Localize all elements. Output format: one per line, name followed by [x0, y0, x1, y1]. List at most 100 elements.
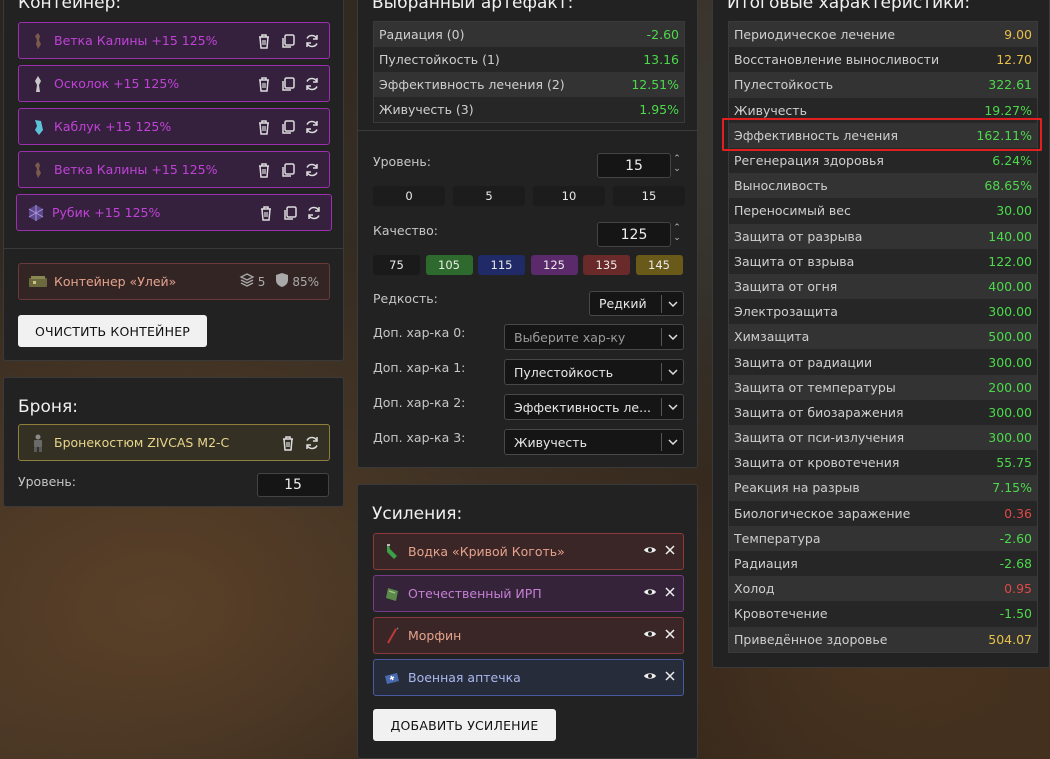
trash-icon[interactable] [255, 118, 273, 136]
trash-icon[interactable] [257, 204, 275, 222]
hive-container-slot[interactable]: Контейнер «Улей» 5 85% [18, 263, 330, 300]
trash-icon[interactable] [279, 434, 297, 452]
level-preset-button[interactable]: 0 [373, 186, 445, 206]
armor-slot[interactable]: Бронекостюм ZIVCAS M2-C [18, 424, 330, 461]
copy-icon[interactable] [279, 161, 297, 179]
refresh-icon[interactable] [303, 161, 321, 179]
container-slot[interactable]: Каблук +15 125% [18, 108, 330, 145]
close-icon[interactable] [665, 586, 675, 601]
totals-name: Защита от радиации [734, 354, 873, 370]
totals-row: Защита от биозаражения 300.00 [729, 399, 1037, 425]
eye-icon[interactable] [643, 628, 657, 643]
extra-stat-select[interactable]: Эффективность ле... [504, 394, 684, 420]
refresh-icon[interactable] [303, 75, 321, 93]
extra-stat-value: Живучесть [514, 434, 587, 450]
totals-value: 12.70 [996, 52, 1032, 68]
container-slot[interactable]: Осколок +15 125% [18, 65, 330, 102]
container-slot[interactable]: Ветка Калины +15 125% [18, 151, 330, 188]
close-icon[interactable] [665, 544, 675, 559]
copy-icon[interactable] [279, 32, 297, 50]
boost-label: Военная аптечка [408, 670, 521, 685]
chevron-up-icon[interactable]: ⌃ [673, 223, 681, 233]
syringe-icon [382, 626, 402, 646]
level-preset-button[interactable]: 10 [533, 186, 605, 206]
chevron-down-icon[interactable] [661, 433, 683, 451]
armor-level-input[interactable]: 15 [257, 473, 329, 497]
chevron-down-icon[interactable]: ⌄ [673, 164, 681, 174]
chevron-down-icon[interactable] [661, 328, 683, 346]
hive-container-icon [28, 272, 48, 292]
totals-row: Защита от пси-излучения 300.00 [729, 425, 1037, 451]
totals-value: 400.00 [988, 278, 1032, 294]
chevron-down-icon[interactable] [661, 398, 683, 416]
container-panel: Контейнер: Ветка Калины +15 125% Осколок … [3, 0, 344, 361]
level-stepper[interactable]: ⌃ ⌄ [671, 154, 683, 174]
refresh-icon[interactable] [303, 32, 321, 50]
chevron-down-icon[interactable] [661, 294, 683, 313]
totals-value: 300.00 [988, 430, 1032, 446]
quality-preset-button[interactable]: 125 [530, 255, 578, 275]
level-preset-button[interactable]: 15 [613, 186, 685, 206]
level-preset-button[interactable]: 5 [453, 186, 525, 206]
artifact-quality-input[interactable]: 125 [597, 222, 671, 247]
artifact-level-input[interactable]: 15 [597, 153, 671, 178]
layers-icon [239, 272, 255, 291]
boost-item[interactable]: Военная аптечка [373, 659, 684, 696]
refresh-icon[interactable] [305, 204, 323, 222]
stat-name: Эффективность лечения (2) [379, 77, 565, 92]
totals-value: 140.00 [988, 228, 1032, 244]
eye-icon[interactable] [643, 544, 657, 559]
quality-stepper[interactable]: ⌃ ⌄ [671, 223, 683, 243]
refresh-icon[interactable] [303, 118, 321, 136]
container-slot-label: Осколок +15 125% [54, 76, 180, 91]
eye-icon[interactable] [643, 586, 657, 601]
trash-icon[interactable] [255, 75, 273, 93]
totals-name: Холод [734, 581, 775, 597]
copy-icon[interactable] [281, 204, 299, 222]
copy-icon[interactable] [279, 75, 297, 93]
quality-preset-button[interactable]: 75 [373, 255, 420, 275]
rarity-select[interactable]: Редкий [589, 291, 684, 316]
container-slot[interactable]: Рубик +15 125% [16, 194, 332, 231]
trash-icon[interactable] [255, 161, 273, 179]
artifact-stats-table: Радиация (0) -2.60 Пулестойкость (1) 13.16 Э… [373, 21, 685, 123]
boost-item[interactable]: Водка «Кривой Коготь» [373, 533, 684, 570]
stat-value: -2.60 [646, 27, 679, 42]
quality-preset-button[interactable]: 115 [478, 255, 525, 275]
artifact-stat-row: Живучесть (3) 1.95% [374, 97, 684, 122]
copy-icon[interactable] [279, 118, 297, 136]
extra-stat-select[interactable]: Пулестойкость [504, 359, 684, 385]
chevron-up-icon[interactable]: ⌃ [673, 154, 681, 164]
extra-stat-select[interactable]: Выберите хар-ку [504, 324, 684, 350]
container-slot[interactable]: Ветка Калины +15 125% [18, 22, 330, 59]
totals-name: Электрозащита [734, 304, 838, 320]
chevron-down-icon[interactable] [661, 363, 683, 381]
quality-preset-button[interactable]: 105 [425, 255, 473, 275]
extra-stat-select[interactable]: Живучесть [504, 429, 684, 455]
totals-row: Выносливость 68.65% [729, 173, 1037, 199]
chevron-down-icon[interactable]: ⌄ [673, 233, 681, 243]
boost-item[interactable]: Морфин [373, 617, 684, 654]
totals-value: 500.00 [988, 329, 1032, 345]
stat-value: 13.16 [643, 52, 679, 67]
totals-value: 19.27% [984, 102, 1032, 118]
extra-stat-value: Выберите хар-ку [514, 329, 626, 345]
totals-name: Химзащита [734, 329, 810, 345]
container-slot-label: Ветка Калины +15 125% [54, 33, 218, 48]
quality-preset-button[interactable]: 135 [583, 255, 630, 275]
add-boost-button[interactable]: ДОБАВИТЬ УСИЛЕНИЕ [373, 709, 556, 741]
armor-level-label: Уровень: [18, 474, 77, 489]
trash-icon[interactable] [255, 32, 273, 50]
totals-value: 7.15% [992, 480, 1032, 496]
close-icon[interactable] [665, 670, 675, 685]
refresh-icon[interactable] [303, 434, 321, 452]
quality-preset-button[interactable]: 145 [635, 255, 683, 275]
totals-row: Защита от температуры 200.00 [729, 374, 1037, 400]
close-icon[interactable] [665, 628, 675, 643]
stat-name: Радиация (0) [379, 27, 465, 42]
clear-container-button[interactable]: ОЧИСТИТЬ КОНТЕЙНЕР [18, 315, 207, 347]
eye-icon[interactable] [643, 670, 657, 685]
totals-name: Защита от разрыва [734, 228, 863, 244]
stat-name: Живучесть (3) [379, 102, 474, 117]
boost-item[interactable]: Отечественный ИРП [373, 575, 684, 612]
